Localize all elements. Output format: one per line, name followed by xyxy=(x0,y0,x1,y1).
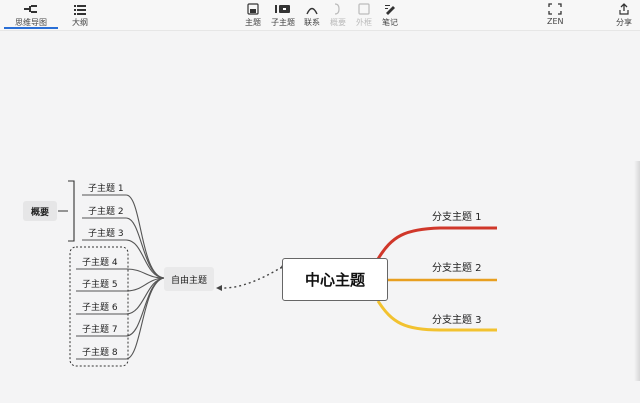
boundary-icon xyxy=(358,3,370,15)
subtopic-8[interactable]: 子主题 8 xyxy=(82,345,118,358)
mindmap-icon xyxy=(24,3,38,15)
zen-button[interactable]: ZEN xyxy=(547,3,564,26)
topic-icon xyxy=(247,3,259,15)
share-icon xyxy=(618,3,630,15)
boundary-label: 外框 xyxy=(356,18,372,27)
zen-label: ZEN xyxy=(547,17,564,26)
tab-mindmap[interactable]: 思维导图 xyxy=(15,3,47,28)
summary-icon xyxy=(333,3,343,15)
note-icon xyxy=(384,3,396,15)
branch-topic-2[interactable]: 分支主题 2 xyxy=(432,259,482,274)
topic-button[interactable]: 主题 xyxy=(245,3,261,28)
summary-bracket xyxy=(58,180,75,242)
panel-edge-shadow xyxy=(634,161,640,381)
active-tab-indicator xyxy=(4,27,58,29)
note-label: 笔记 xyxy=(382,18,398,27)
relationship-icon xyxy=(305,3,319,15)
relationship-arrow-start xyxy=(216,285,222,291)
summary-button[interactable]: 概要 xyxy=(330,3,346,28)
subtopic-label: 子主题 xyxy=(271,18,295,27)
subtopic-5[interactable]: 子主题 5 xyxy=(82,277,118,290)
note-button[interactable]: 笔记 xyxy=(382,3,398,28)
outline-icon xyxy=(74,3,86,15)
relationship-label: 联系 xyxy=(304,18,320,27)
branch-topic-1[interactable]: 分支主题 1 xyxy=(432,208,482,223)
subtopic-1[interactable]: 子主题 1 xyxy=(88,181,124,194)
tab-outline-label: 大纲 xyxy=(72,18,88,27)
subtopic-4[interactable]: 子主题 4 xyxy=(82,255,118,268)
mindmap-canvas[interactable]: 中心主题 分支主题 1 分支主题 2 分支主题 3 自由主题 子主题 1 子主题… xyxy=(0,31,640,403)
relationship-button[interactable]: 联系 xyxy=(304,3,320,28)
relationship-line xyxy=(219,266,283,289)
zen-icon xyxy=(548,3,562,15)
subtopic-icon xyxy=(275,3,291,15)
summary-label: 概要 xyxy=(330,18,346,27)
share-button[interactable]: 分享 xyxy=(616,3,632,28)
summary-topic[interactable]: 概要 xyxy=(23,201,57,221)
subtopic-3[interactable]: 子主题 3 xyxy=(88,226,124,239)
floating-topic[interactable]: 自由主题 xyxy=(164,267,214,291)
boundary-button[interactable]: 外框 xyxy=(356,3,372,28)
subtopic-2[interactable]: 子主题 2 xyxy=(88,204,124,217)
subtopic-button[interactable]: 子主题 xyxy=(271,3,295,28)
subtopic-6[interactable]: 子主题 6 xyxy=(82,300,118,313)
share-label: 分享 xyxy=(616,18,632,27)
branch-topic-3[interactable]: 分支主题 3 xyxy=(432,311,482,326)
branch-connector-1 xyxy=(376,226,497,260)
central-topic[interactable]: 中心主题 xyxy=(282,258,388,301)
topic-label: 主题 xyxy=(245,18,261,27)
toolbar: 思维导图 大纲 主题 子主题 联系 概要 外框 笔记 ZEN 分享 xyxy=(0,0,640,31)
tab-outline[interactable]: 大纲 xyxy=(72,3,88,28)
subtopic-7[interactable]: 子主题 7 xyxy=(82,322,118,335)
